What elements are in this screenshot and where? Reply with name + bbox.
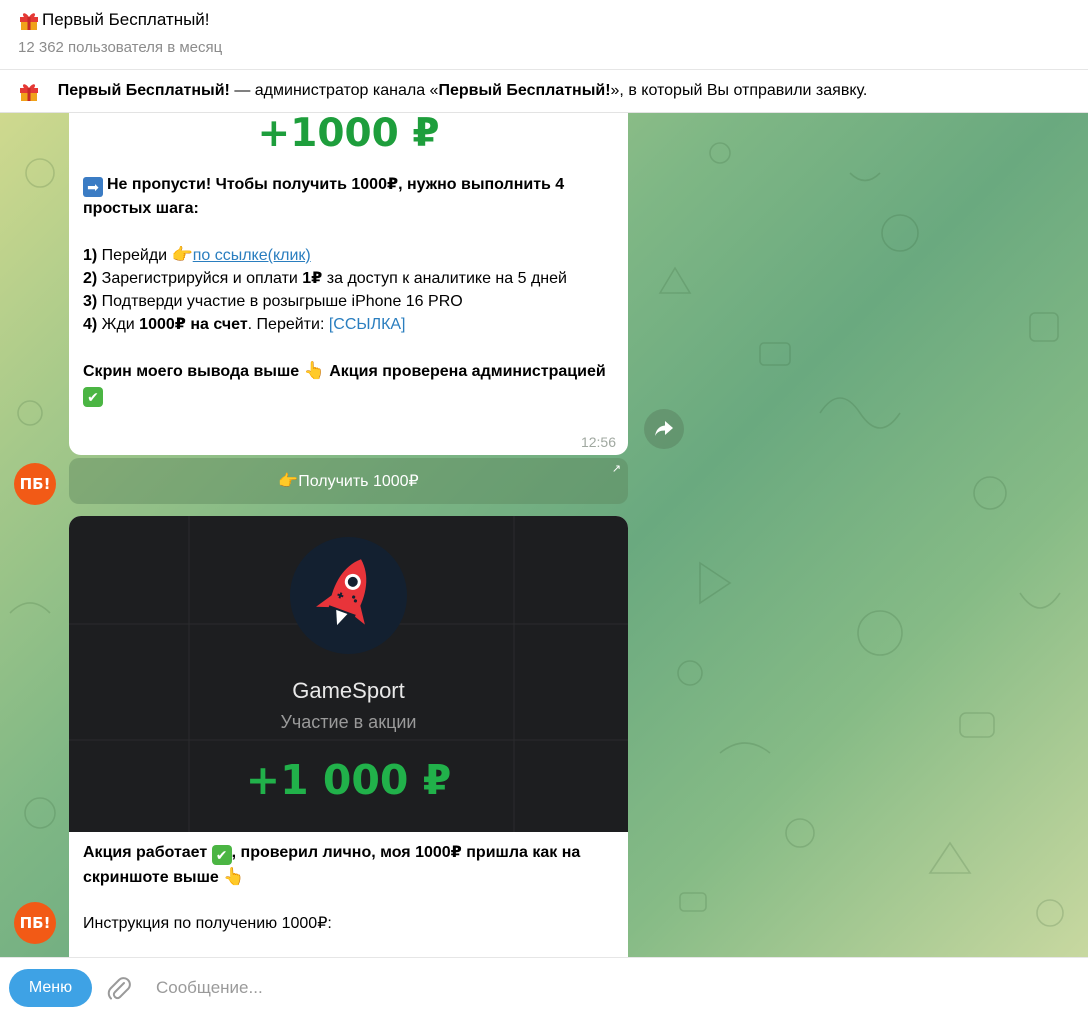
share-icon <box>655 421 673 436</box>
step-text: Перейди <box>97 247 172 264</box>
banner-channel-name: Первый Бесплатный! <box>438 82 611 99</box>
avatar-initials: ПБ! <box>19 914 51 932</box>
message-bubble[interactable]: GameSport Участие в акции +1 000 ₽ Акция… <box>69 516 628 957</box>
message-image[interactable]: GameSport Участие в акции +1 000 ₽ <box>69 516 628 832</box>
step-number: 1) <box>83 247 98 264</box>
outro-text: Акция проверена администрацией <box>324 363 606 380</box>
chat-title-row[interactable]: Первый Бесплатный! <box>18 9 210 31</box>
gift-icon <box>20 84 38 101</box>
avatar[interactable]: ПБ! <box>14 902 56 944</box>
media-amount: +1 000 ₽ <box>245 756 452 804</box>
arrow-right-icon: ➡ <box>83 177 103 197</box>
gift-icon <box>20 13 38 30</box>
banner-text-mid: — администратор канала « <box>229 82 439 99</box>
message-text: ➡ Не пропусти! Чтобы получить 1000₽, нужн… <box>83 173 613 407</box>
step-number: 4) <box>83 316 98 333</box>
step-text: Жди <box>97 316 140 333</box>
check-mark-icon: ✔ <box>211 845 232 865</box>
app-subtitle: Участие в акции <box>280 712 417 732</box>
message-composer: Меню <box>0 957 1088 1015</box>
pointing-up-icon: 👆 <box>303 361 325 380</box>
step-bold: 1₽ <box>302 270 323 287</box>
promo-amount: +1000 ₽ <box>257 113 440 156</box>
chat-header[interactable]: Первый Бесплатный! 12 362 пользователя в… <box>0 0 1088 70</box>
app-name: GameSport <box>292 678 405 703</box>
share-button[interactable] <box>644 409 684 449</box>
check-mark-icon: ✔ <box>83 387 103 407</box>
message-time: 12:56 <box>580 434 616 450</box>
avatar[interactable]: ПБ! <box>14 463 56 505</box>
message-input[interactable] <box>152 970 1052 1006</box>
rocket-gamepad-icon <box>290 537 407 654</box>
menu-button[interactable]: Меню <box>9 969 92 1007</box>
intro-text: Не пропусти! Чтобы получить 1000₽, нужно… <box>83 176 565 217</box>
outro-text: Скрин моего вывода выше <box>83 363 304 380</box>
avatar-initials: ПБ! <box>19 475 51 493</box>
message-text: Акция работает ✔, проверил лично, моя 10… <box>83 841 615 935</box>
chat-area[interactable]: +1000 ₽ ➡ Не пропусти! Чтобы получить 100… <box>0 113 1088 957</box>
chat-subtitle: 12 362 пользователя в месяц <box>18 39 223 56</box>
step-number: 2) <box>83 270 98 287</box>
get-reward-label: 👉Получить 1000₽ <box>278 473 419 490</box>
step-link[interactable]: по ссылке(клик) <box>193 247 311 264</box>
get-reward-button[interactable]: 👉Получить 1000₽ ↗ <box>69 458 628 504</box>
message-bubble[interactable]: +1000 ₽ ➡ Не пропусти! Чтобы получить 100… <box>69 113 628 455</box>
step-text: . Перейти: <box>247 316 329 333</box>
step-number: 3) <box>83 293 98 310</box>
step-text: Подтверди участие в розыгрыше iPhone 16 … <box>97 293 463 310</box>
step-bold: 1000₽ на счет <box>139 316 248 333</box>
banner-admin-name: Первый Бесплатный! <box>57 82 230 99</box>
paperclip-icon[interactable] <box>105 975 133 1003</box>
join-request-banner: Первый Бесплатный! — администратор канал… <box>0 70 1088 113</box>
chat-title: Первый Бесплатный! <box>42 10 210 29</box>
step-text: за доступ к аналитике на 5 дней <box>322 270 567 287</box>
banner-text-end: », в который Вы отправили заявку. <box>610 82 868 99</box>
message-text-part: Акция работает <box>83 844 212 861</box>
pointing-up-icon: 👆 <box>223 867 245 886</box>
step-text: Зарегистрируйся и оплати <box>97 270 303 287</box>
step-link[interactable]: [ССЫЛКА] <box>329 316 406 333</box>
external-link-icon: ↗ <box>611 463 621 475</box>
pointing-hand-icon: 👉 <box>171 245 193 264</box>
instruction-text: Инструкция по получению 1000₽: <box>83 915 332 932</box>
